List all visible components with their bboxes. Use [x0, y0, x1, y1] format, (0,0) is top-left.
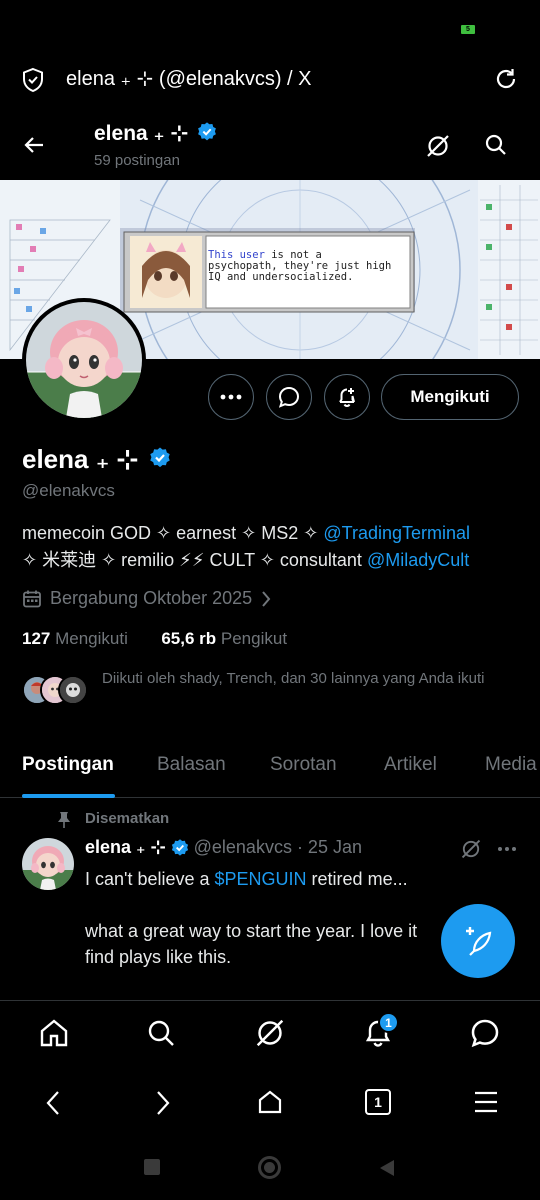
followed-by-text[interactable]: Diikuti oleh shady, Trench, dan 30 lainn… [102, 668, 522, 689]
profile-avatar[interactable] [22, 298, 146, 422]
profile-handle: @elenakvcs [22, 481, 115, 500]
follow-stats: 127 Mengikuti 65,6 rb Pengikut [22, 629, 287, 649]
chevron-right-icon [262, 590, 271, 607]
grok-icon[interactable] [425, 133, 451, 159]
joined-date[interactable]: Bergabung Oktober 2025 [22, 588, 272, 609]
followers-stat[interactable]: 65,6 rb Pengikut [161, 629, 287, 648]
battery-icon: 5 [461, 25, 475, 34]
following-button[interactable]: Mengikuti [381, 374, 519, 420]
reload-icon[interactable] [494, 67, 518, 91]
following-stat[interactable]: 127 Mengikuti [22, 629, 128, 648]
more-icon [220, 394, 242, 400]
tab-media[interactable]: Media [485, 754, 537, 776]
bio-mention-link[interactable]: @TradingTerminal [323, 523, 470, 543]
compose-icon [466, 927, 492, 956]
pinned-label: Disematkan [85, 810, 170, 827]
tab-articles[interactable]: Artikel [384, 754, 437, 776]
post-author[interactable]: elena ₊ ⊹ [85, 837, 166, 858]
cashtag-link[interactable]: $PENGUIN [215, 869, 307, 889]
profile-tabs: Postingan Balasan Sorotan Artikel Media [0, 740, 540, 798]
verified-badge-icon [171, 838, 188, 856]
post-more-icon[interactable] [497, 846, 517, 852]
home-nav-icon[interactable] [258, 1156, 281, 1179]
search-icon[interactable] [145, 1017, 177, 1049]
message-button[interactable] [266, 374, 312, 420]
grok-icon[interactable] [254, 1017, 286, 1049]
post-avatar[interactable] [22, 838, 74, 890]
back-nav-icon[interactable] [378, 1158, 396, 1178]
grok-icon[interactable] [460, 838, 482, 860]
verified-badge-icon [198, 122, 216, 141]
active-tab-indicator [22, 794, 115, 798]
notifications-button[interactable] [324, 374, 370, 420]
profile-bio: memecoin GOD ✧ earnest ✧ MS2 ✧ @TradingT… [22, 523, 470, 570]
banner-dialog-text: This user is not a psychopath, they're j… [208, 249, 392, 283]
avatar [58, 675, 88, 705]
browser-forward-icon[interactable] [152, 1090, 172, 1116]
calendar-icon [23, 590, 41, 607]
tab-count-button[interactable]: 1 [365, 1089, 391, 1115]
browser-back-icon[interactable] [44, 1090, 64, 1116]
more-options-button[interactable] [208, 374, 254, 420]
compose-button[interactable] [441, 904, 515, 978]
bottom-nav [0, 1000, 540, 1072]
bio-mention-link[interactable]: @MiladyCult [367, 550, 469, 570]
notification-badge: 1 [378, 1012, 399, 1033]
profile-name: elena ₊ ⊹ [22, 444, 172, 475]
browser-home-icon[interactable] [257, 1089, 283, 1115]
recents-icon[interactable] [144, 1159, 160, 1175]
tab-replies[interactable]: Balasan [157, 754, 226, 776]
home-icon[interactable] [38, 1017, 70, 1049]
menu-icon[interactable] [473, 1090, 499, 1114]
page-title: elena ₊ ⊹ (@elenakvcs) / X [66, 68, 312, 90]
search-icon[interactable] [484, 133, 508, 157]
header-name: elena ₊ ⊹ [94, 121, 218, 146]
post-header: elena ₊ ⊹ @elenakvcs · 25 Jan [85, 837, 362, 858]
bell-plus-icon [339, 388, 355, 408]
post-count: 59 postingan [94, 152, 180, 169]
tab-posts[interactable]: Postingan [22, 754, 114, 776]
message-icon [278, 386, 300, 408]
verified-badge-icon [149, 447, 170, 468]
post-meta: @elenakvcs · 25 Jan [193, 837, 362, 857]
back-arrow-icon[interactable] [22, 133, 46, 157]
post-text[interactable]: I can't believe a $PENGUIN retired me...… [85, 866, 465, 970]
pin-icon [56, 811, 72, 829]
browser-nav: 1 [0, 1072, 540, 1132]
system-nav [0, 1135, 540, 1200]
shield-icon[interactable] [21, 67, 45, 93]
messages-icon[interactable] [469, 1017, 501, 1049]
tab-highlights[interactable]: Sorotan [270, 754, 337, 776]
